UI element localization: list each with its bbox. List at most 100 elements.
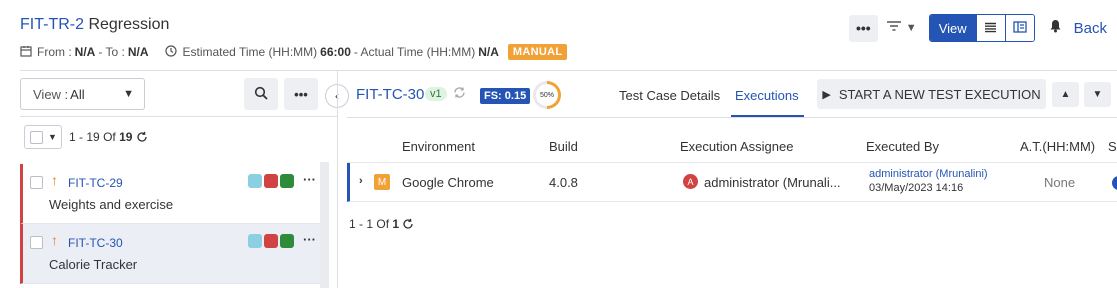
chevron-down-icon: ▼ xyxy=(48,132,57,142)
test-case-id[interactable]: FIT-TC-29 xyxy=(68,176,123,190)
chevron-down-icon: ▼ xyxy=(905,22,917,34)
status-indicator xyxy=(264,174,278,188)
manual-badge: MANUAL xyxy=(507,44,568,60)
column-header-environment[interactable]: Environment xyxy=(402,139,475,154)
play-icon: ▶ xyxy=(822,88,831,101)
pager-dash: - xyxy=(359,217,364,231)
left-more-button[interactable]: ••• xyxy=(284,78,318,110)
page-title: FIT-TR-2 Regression xyxy=(20,16,169,34)
header-actions: ••• ▼ View Back xyxy=(848,14,1107,42)
test-case-row[interactable]: ↑ FIT-TC-29 Weights and exercise ··· xyxy=(20,164,320,224)
executed-by-user[interactable]: administrator (Mrunalini) xyxy=(869,168,988,180)
assignee-cell: administrator (Mrunali... xyxy=(704,175,841,190)
left-divider xyxy=(20,116,337,117)
chevron-up-icon: ▲ xyxy=(1060,89,1071,100)
expand-row-icon[interactable]: › xyxy=(359,175,363,187)
previous-button[interactable]: ▲ xyxy=(1052,82,1079,107)
actual-time-label: - Actual Time (HH:MM) xyxy=(353,45,476,59)
test-run-meta: From : N/A - To : N/A Estimated Time (HH… xyxy=(20,44,568,60)
table-row[interactable]: › M Google Chrome 4.0.8 A administrator … xyxy=(347,163,1117,202)
pager-of: Of xyxy=(103,130,116,144)
progress-value: 50% xyxy=(536,84,558,106)
pager-from: 1 xyxy=(69,130,76,144)
split-view-button[interactable] xyxy=(1004,15,1034,41)
test-run-key[interactable]: FIT-TR-2 xyxy=(20,16,84,33)
view-filter-label: View : xyxy=(33,86,69,102)
executed-by-cell: administrator (Mrunalini) 03/May/2023 14… xyxy=(869,168,988,194)
status-indicator xyxy=(264,234,278,248)
more-options-button[interactable]: ••• xyxy=(848,14,878,42)
manual-type-badge: M xyxy=(374,174,390,190)
avatar: A xyxy=(683,174,698,189)
selected-test-case-id[interactable]: FIT-TC-30 xyxy=(356,86,424,103)
refresh-icon[interactable] xyxy=(402,217,414,231)
test-case-id[interactable]: FIT-TC-30 xyxy=(68,236,123,250)
status-indicator xyxy=(1112,176,1117,190)
to-label: - To : xyxy=(98,45,125,59)
pager-from: 1 xyxy=(349,217,356,231)
pager-total: 1 xyxy=(392,217,400,231)
row-more-icon[interactable]: ··· xyxy=(303,172,316,187)
next-button[interactable]: ▼ xyxy=(1084,82,1111,107)
start-new-execution-button[interactable]: ▶ START A NEW TEST EXECUTION xyxy=(817,79,1046,109)
chevron-down-icon: ▼ xyxy=(123,88,134,100)
sort-icon xyxy=(886,19,902,37)
clock-icon xyxy=(165,44,178,60)
list-icon xyxy=(984,21,997,36)
pager-dash: - xyxy=(79,130,84,144)
back-link[interactable]: Back xyxy=(1074,20,1107,37)
to-value: N/A xyxy=(127,45,149,59)
select-all-checkbox[interactable] xyxy=(30,130,43,144)
more-icon: ••• xyxy=(294,86,308,102)
build-cell: 4.0.8 xyxy=(549,175,578,190)
test-case-row[interactable]: ↑ FIT-TC-30 Calorie Tracker ··· xyxy=(20,224,320,284)
more-icon: ••• xyxy=(855,20,871,36)
chevron-down-icon: ▼ xyxy=(1092,89,1103,100)
select-all-dropdown[interactable]: ▼ xyxy=(24,125,62,149)
sort-filter-button[interactable]: ▼ xyxy=(886,19,917,37)
column-header-build[interactable]: Build xyxy=(549,139,578,154)
view-filter-select[interactable]: View : All ▼ xyxy=(20,78,145,110)
test-case-name: Weights and exercise xyxy=(49,197,174,212)
status-indicator xyxy=(248,174,262,188)
status-indicator xyxy=(248,234,262,248)
actual-time-cell: None xyxy=(1044,175,1076,190)
test-case-checkbox[interactable] xyxy=(30,176,43,189)
left-pagination: 1 - 19 Of 19 xyxy=(69,130,148,144)
column-header-executed-by[interactable]: Executed By xyxy=(866,139,939,154)
calendar-icon xyxy=(20,45,32,60)
environment-cell: Google Chrome xyxy=(402,175,494,190)
test-case-checkbox[interactable] xyxy=(30,236,43,249)
bell-icon[interactable] xyxy=(1049,19,1062,37)
right-divider xyxy=(347,117,1117,118)
tab-executions[interactable]: Executions xyxy=(735,88,799,103)
column-header-execution-assignee[interactable]: Execution Assignee xyxy=(680,139,793,154)
priority-high-icon: ↑ xyxy=(51,172,58,188)
view-label: View xyxy=(929,15,976,41)
test-run-title: Regression xyxy=(88,16,170,33)
execution-status-indicators xyxy=(248,234,296,248)
left-scrollbar[interactable] xyxy=(320,162,329,288)
status-indicator xyxy=(280,174,294,188)
column-header-actual-time[interactable]: A.T.(HH:MM) xyxy=(1020,139,1095,154)
progress-ring: 50% xyxy=(533,81,561,109)
view-filter-value: All xyxy=(70,86,85,102)
pager-of: Of xyxy=(376,217,390,231)
tab-test-case-details[interactable]: Test Case Details xyxy=(619,88,720,103)
estimated-time-label: Estimated Time (HH:MM) xyxy=(182,45,318,59)
list-view-button[interactable] xyxy=(975,15,1005,41)
priority-high-icon: ↑ xyxy=(51,232,58,248)
column-header-status[interactable]: S xyxy=(1108,139,1117,154)
estimated-time-value: 66:00 xyxy=(320,45,351,59)
refresh-icon[interactable] xyxy=(136,130,148,144)
pager-total: 19 xyxy=(119,130,133,144)
view-toggle: View xyxy=(928,14,1035,42)
sync-icon[interactable] xyxy=(453,86,466,102)
from-label: From : xyxy=(37,45,72,59)
start-new-execution-label: START A NEW TEST EXECUTION xyxy=(838,86,1041,102)
panel-separator xyxy=(337,70,338,288)
fs-badge: FS: 0.15 xyxy=(480,88,531,104)
search-button[interactable] xyxy=(244,78,278,110)
execution-status-indicators xyxy=(248,174,296,188)
row-more-icon[interactable]: ··· xyxy=(303,232,316,247)
